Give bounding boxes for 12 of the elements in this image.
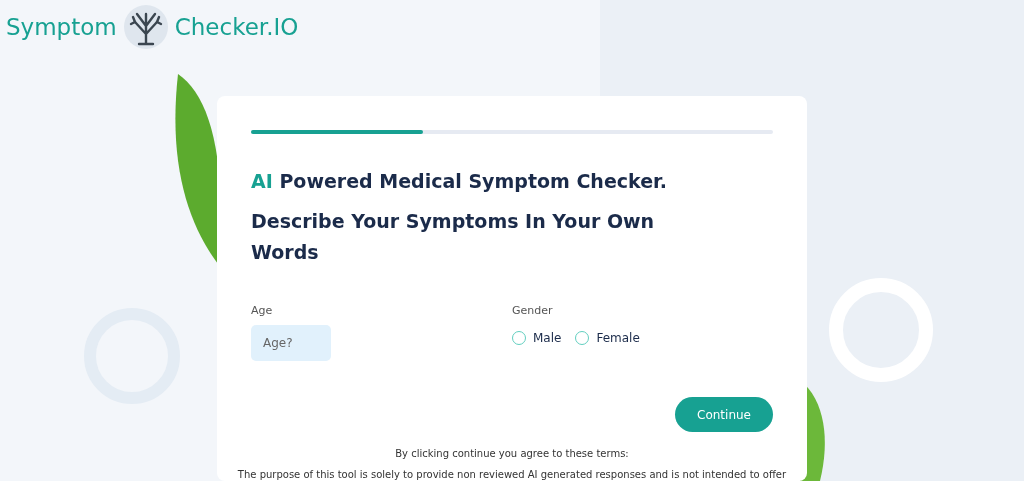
tree-icon: [122, 4, 169, 50]
gender-option[interactable]: Male: [512, 331, 562, 345]
logo-text: Checker.IO: [174, 14, 299, 40]
age-label: Age: [251, 304, 274, 317]
logo-text: Symptom: [6, 14, 117, 40]
gender-label: Gender: [512, 304, 554, 317]
heading: AI Powered Medical Symptom Checker.: [251, 170, 668, 192]
subheading: Describe Your Symptoms In Your Own Words: [251, 209, 656, 265]
terms-heading: By clicking continue you agree to these terms:: [394, 448, 630, 459]
gender-option[interactable]: Female: [575, 331, 640, 345]
age-input[interactable]: Age?: [251, 325, 331, 361]
terms-text: The purpose of this tool is solely to provide non reviewed AI generated responses and is not intended to offer: [236, 469, 788, 480]
